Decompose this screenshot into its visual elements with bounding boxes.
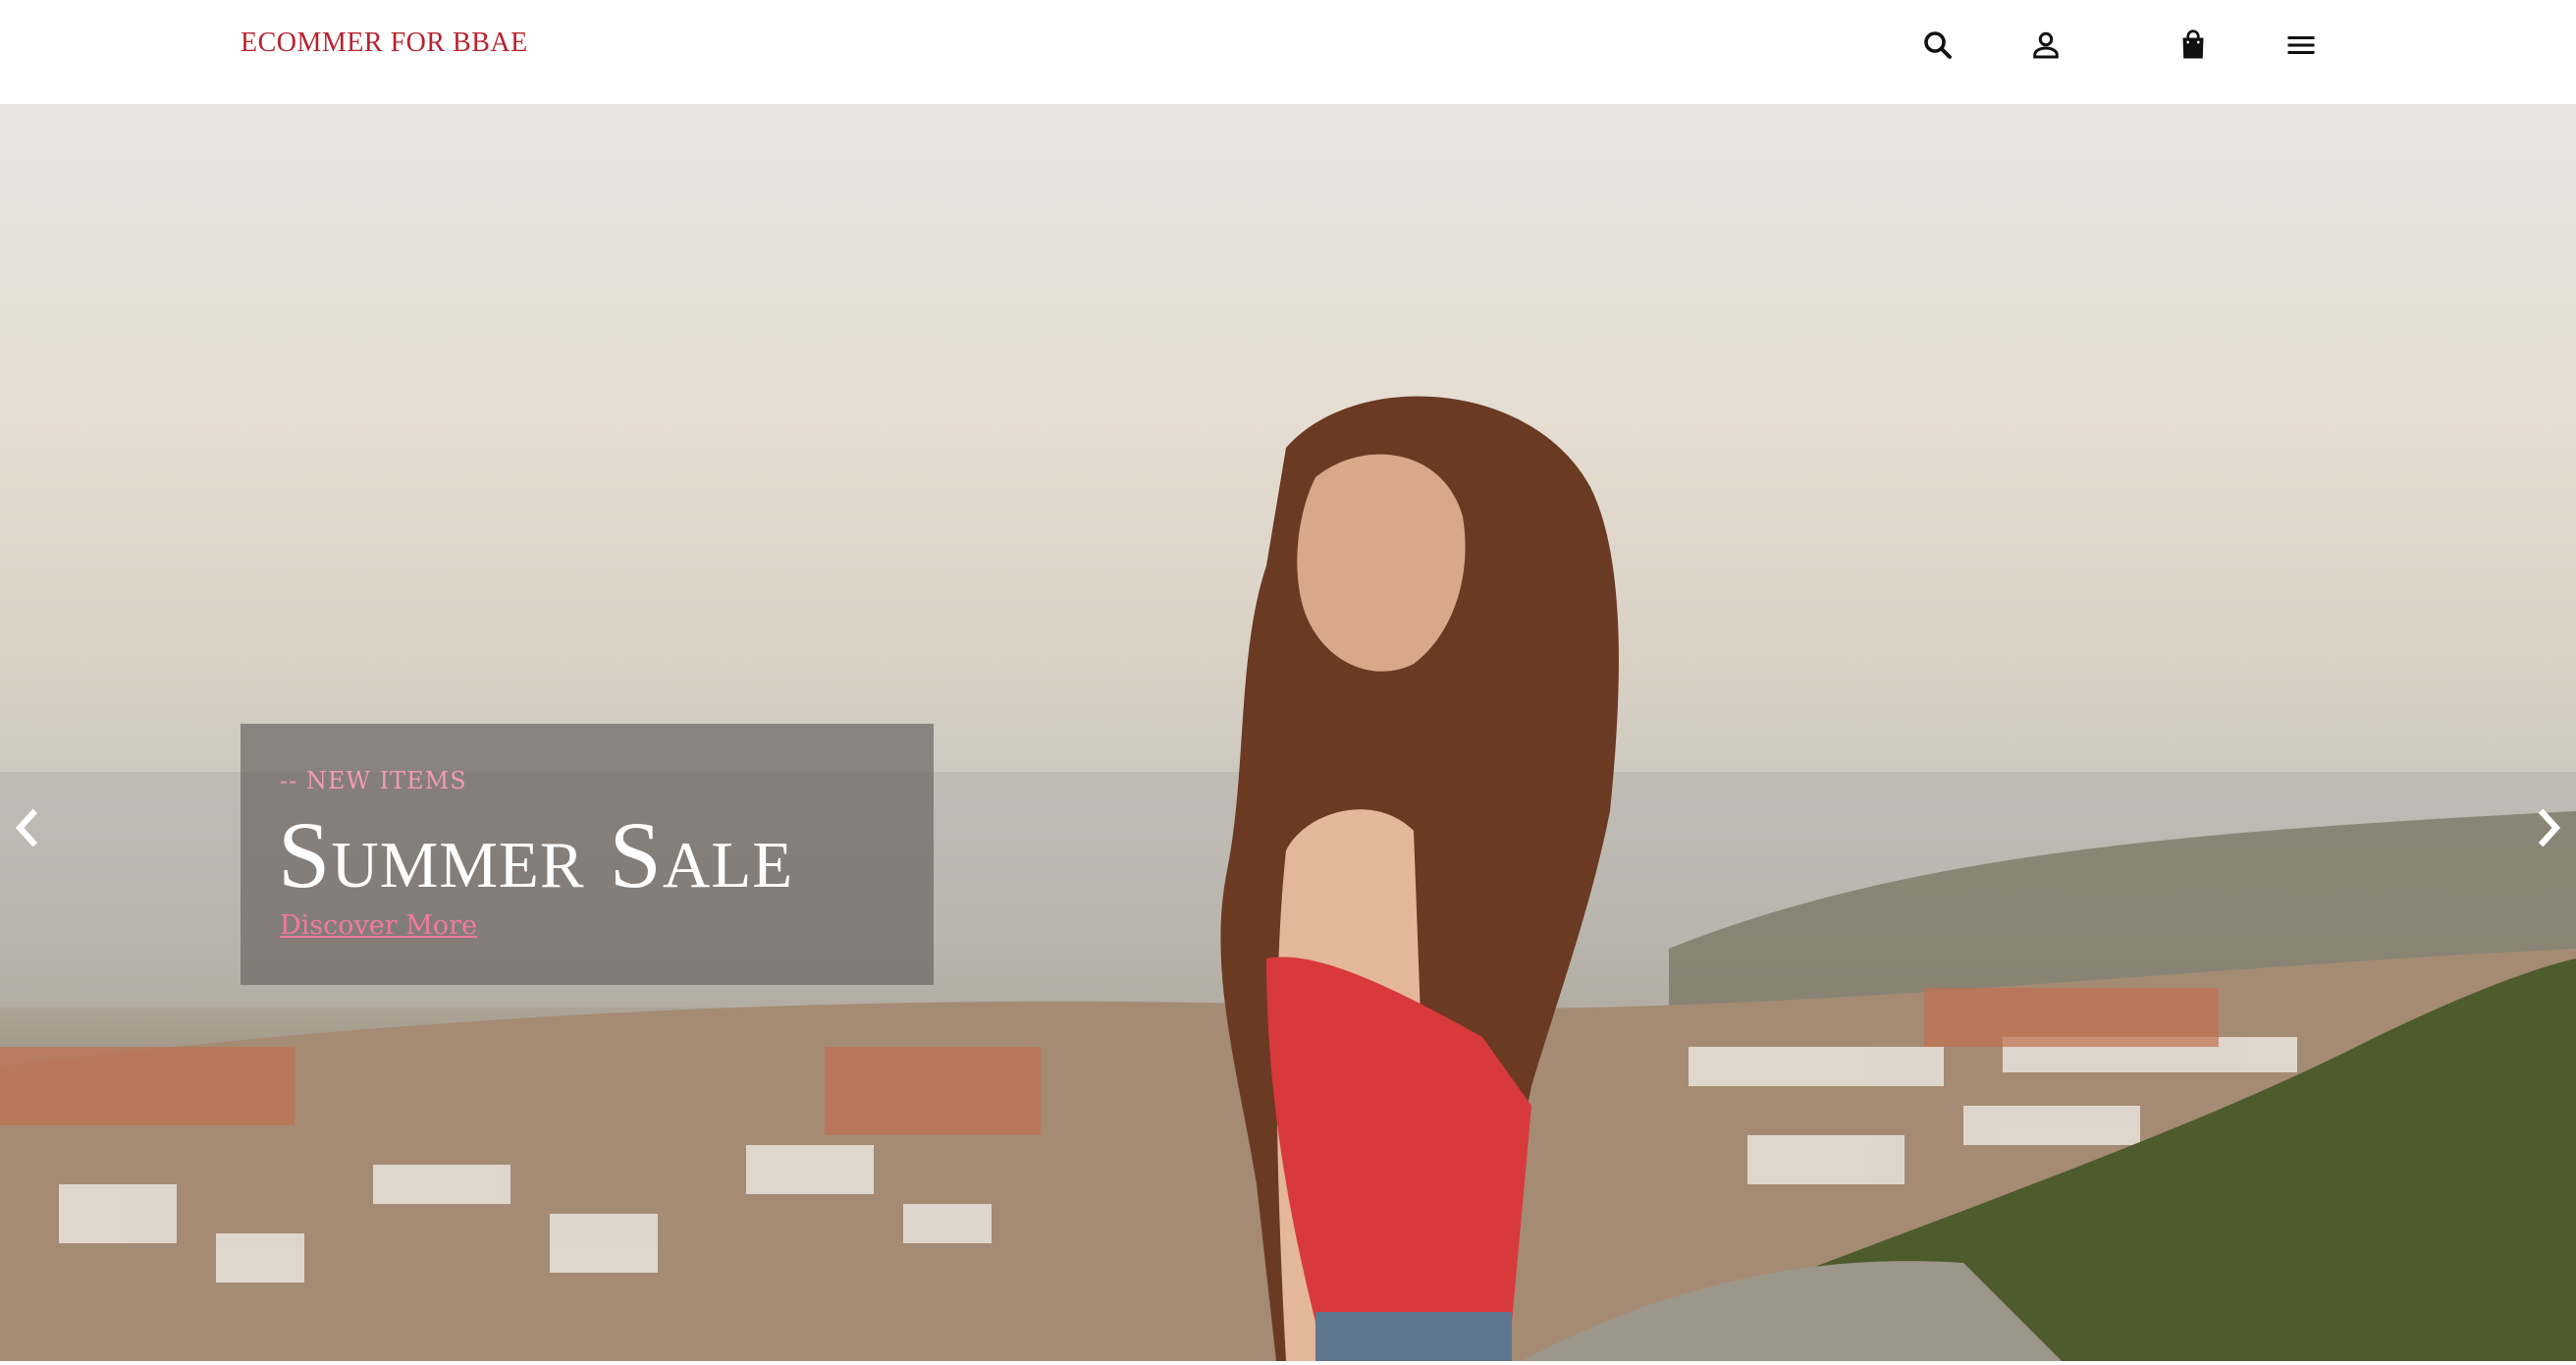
slider-next-arrow[interactable]	[2529, 803, 2568, 852]
hero-eyebrow: -- NEW ITEMS	[280, 767, 467, 794]
menu-icon[interactable]	[2281, 26, 2321, 65]
hero-slider: -- NEW ITEMS Summer Sale Discover More	[0, 104, 2576, 1361]
hero-caption: -- NEW ITEMS Summer Sale Discover More	[241, 724, 934, 985]
site-header: ECOMMER FOR BBAE	[0, 0, 2576, 104]
page-bottom	[0, 1361, 2576, 1365]
site-logo[interactable]: ECOMMER FOR BBAE	[241, 27, 528, 59]
discover-more-link[interactable]: Discover More	[280, 910, 477, 941]
chevron-left-icon	[15, 808, 38, 847]
chevron-right-icon	[2538, 808, 2561, 847]
search-icon[interactable]	[1918, 26, 1958, 65]
shopping-bag-icon[interactable]	[2174, 26, 2213, 65]
user-icon[interactable]	[2026, 26, 2066, 65]
hero-headline: Summer Sale	[278, 802, 794, 907]
slider-prev-arrow[interactable]	[8, 803, 47, 852]
